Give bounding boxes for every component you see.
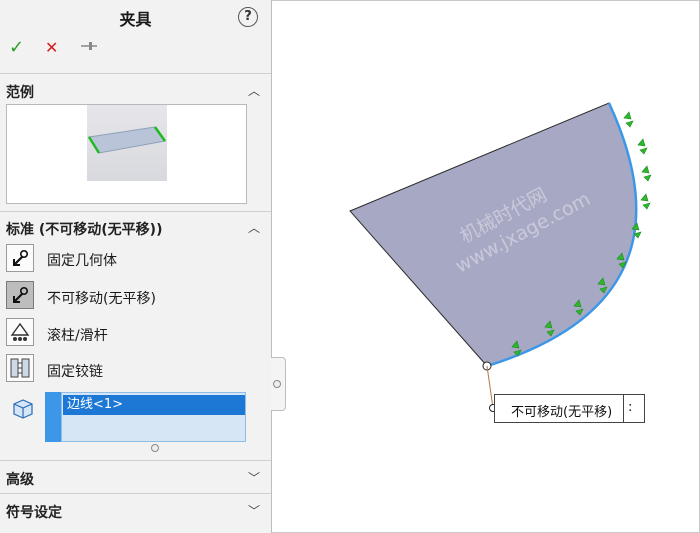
- selection-list[interactable]: 边线<1>: [61, 392, 246, 442]
- divider: [0, 493, 271, 494]
- property-manager-panel: 夹具 ? ✓ ✕ 范例 ︿ 标准 (不可移动(无平移)) ︿ 固定几何体 不可移…: [0, 0, 272, 533]
- example-preview: [6, 104, 247, 204]
- expand-chevron-icon[interactable]: ﹀: [248, 469, 260, 486]
- fixture-option-label: 固定铰链: [47, 364, 103, 380]
- symbol-settings-section-header[interactable]: 符号设定: [6, 502, 62, 522]
- fixture-callout[interactable]: 不可移动(无平移) :: [494, 394, 645, 423]
- roller-slider-icon: [10, 322, 30, 341]
- pushpin-icon: [81, 42, 97, 50]
- selection-active-indicator: [45, 392, 61, 442]
- help-icon[interactable]: ?: [238, 7, 258, 27]
- standard-section-header[interactable]: 标准 (不可移动(无平移)): [6, 219, 162, 239]
- fixed-hinge-icon: [10, 358, 30, 378]
- fixture-arrow-icon: [637, 138, 648, 155]
- ok-button[interactable]: ✓: [9, 38, 24, 58]
- callout-text: 不可移动(无平移): [511, 405, 613, 420]
- fixture-option-label: 不可移动(无平移): [47, 291, 156, 307]
- advanced-section-header[interactable]: 高级: [6, 469, 34, 489]
- selection-item[interactable]: 边线<1>: [63, 395, 245, 415]
- graphics-viewport[interactable]: [272, 0, 700, 533]
- resize-handle[interactable]: [151, 444, 159, 452]
- callout-suffix: :: [628, 400, 633, 415]
- example-image: [87, 105, 167, 181]
- expand-chevron-icon[interactable]: ﹀: [248, 502, 260, 519]
- fixture-option-label: 固定几何体: [47, 253, 117, 269]
- example-section-header[interactable]: 范例: [6, 82, 34, 102]
- immovable-button[interactable]: [6, 281, 34, 309]
- pushpin-button[interactable]: [80, 38, 98, 58]
- panel-title: 夹具: [119, 10, 152, 29]
- collapse-chevron-icon[interactable]: ︿: [248, 82, 260, 99]
- fixture-option-label: 滚柱/滑杆: [47, 328, 108, 344]
- face-edge-selection-icon: [13, 399, 33, 419]
- divider: [0, 73, 271, 74]
- leader-line: [486, 365, 494, 409]
- fixed-geometry-icon: [13, 250, 29, 266]
- fixture-arrow-icon: [640, 193, 651, 210]
- fixed-geometry-button[interactable]: [6, 244, 34, 272]
- fixture-arrow-icon: [641, 165, 652, 182]
- callout-divider: [623, 395, 624, 422]
- fixture-arrow-icon: [623, 111, 634, 128]
- immovable-icon: [13, 287, 29, 303]
- roller-slider-button[interactable]: [6, 318, 34, 346]
- divider: [0, 460, 271, 461]
- collapse-chevron-icon[interactable]: ︿: [248, 219, 260, 236]
- fixed-hinge-button[interactable]: [6, 354, 34, 382]
- cancel-button[interactable]: ✕: [45, 38, 58, 58]
- divider: [0, 211, 271, 212]
